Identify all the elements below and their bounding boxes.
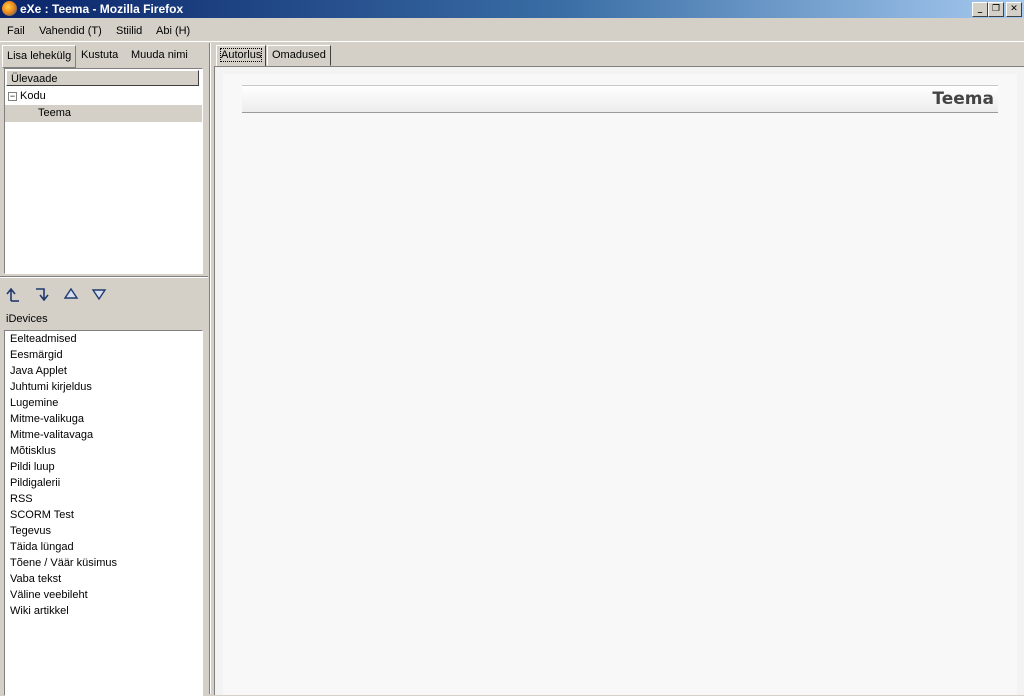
window-titlebar[interactable]: eXe : Teema - Mozilla Firefox _ ❐ ✕: [0, 0, 1024, 18]
add-page-button[interactable]: Lisa lehekülg: [2, 45, 77, 68]
page-title: Teema: [932, 89, 994, 109]
idevice-item[interactable]: Tegevus: [10, 523, 51, 539]
idevices-label: iDevices: [6, 313, 48, 325]
menu-fail[interactable]: Fail: [7, 25, 25, 37]
firefox-icon: [2, 1, 17, 16]
idevice-item[interactable]: Vaba tekst: [10, 571, 61, 587]
tree-node-label: Teema: [38, 107, 72, 119]
close-button[interactable]: ✕: [1006, 2, 1022, 17]
page-header: Teema: [242, 85, 998, 113]
authoring-page: Teema: [223, 74, 1017, 695]
demote-icon[interactable]: [32, 285, 52, 303]
idevice-item[interactable]: Juhtumi kirjeldus: [10, 379, 92, 395]
outline-tree[interactable]: Ülevaade − Kodu Teema: [4, 68, 203, 274]
idevice-item[interactable]: Eelteadmised: [10, 331, 77, 347]
idevice-item[interactable]: Väline veebileht: [10, 587, 88, 603]
idevice-item[interactable]: Mitme-valikuga: [10, 411, 84, 427]
minimize-button[interactable]: _: [972, 2, 988, 17]
delete-button[interactable]: Kustuta: [77, 45, 122, 66]
tree-node-kodu[interactable]: − Kodu: [5, 88, 202, 105]
idevice-item[interactable]: SCORM Test: [10, 507, 74, 523]
idevice-item[interactable]: Täida lüngad: [10, 539, 74, 555]
outline-header[interactable]: Ülevaade: [6, 70, 199, 86]
tree-node-teema[interactable]: Teema: [5, 105, 202, 122]
tab-label: Omadused: [272, 49, 326, 61]
panel-splitter[interactable]: [0, 275, 208, 281]
idevice-item[interactable]: Java Applet: [10, 363, 67, 379]
menu-bar: Fail Vahendid (T) Stiilid Abi (H): [0, 18, 1024, 42]
rename-button[interactable]: Muuda nimi: [127, 45, 192, 66]
menu-vahendid[interactable]: Vahendid (T): [39, 25, 102, 37]
restore-button[interactable]: ❐: [988, 2, 1004, 17]
idevice-item[interactable]: Lugemine: [10, 395, 58, 411]
idevice-item[interactable]: Eesmärgid: [10, 347, 63, 363]
idevice-item[interactable]: RSS: [10, 491, 33, 507]
tree-node-label: Kodu: [20, 90, 46, 102]
collapse-icon[interactable]: −: [8, 92, 17, 101]
outline-toolbar: Lisa lehekülg Kustuta Muuda nimi: [0, 45, 208, 68]
idevice-item[interactable]: Pildi luup: [10, 459, 55, 475]
idevices-list[interactable]: Eelteadmised Eesmärgid Java Applet Juhtu…: [4, 330, 203, 696]
idevice-item[interactable]: Wiki artikkel: [10, 603, 69, 619]
idevice-item[interactable]: Pildigalerii: [10, 475, 60, 491]
menu-abi[interactable]: Abi (H): [156, 25, 190, 37]
tab-label: Autorlus: [219, 48, 263, 62]
window-title: eXe : Teema - Mozilla Firefox: [20, 2, 184, 16]
idevice-item[interactable]: Mõtisklus: [10, 443, 56, 459]
tab-autorlus[interactable]: Autorlus: [216, 45, 267, 67]
authoring-frame: Teema: [214, 66, 1024, 695]
move-up-icon[interactable]: [61, 285, 81, 303]
idevice-item[interactable]: Tõene / Väär küsimus: [10, 555, 117, 571]
move-down-icon[interactable]: [89, 285, 109, 303]
menu-divider: [0, 41, 1024, 42]
tab-omadused[interactable]: Omadused: [267, 45, 331, 66]
promote-icon[interactable]: [3, 285, 23, 303]
menu-stiilid[interactable]: Stiilid: [116, 25, 142, 37]
idevice-item[interactable]: Mitme-valitavaga: [10, 427, 93, 443]
